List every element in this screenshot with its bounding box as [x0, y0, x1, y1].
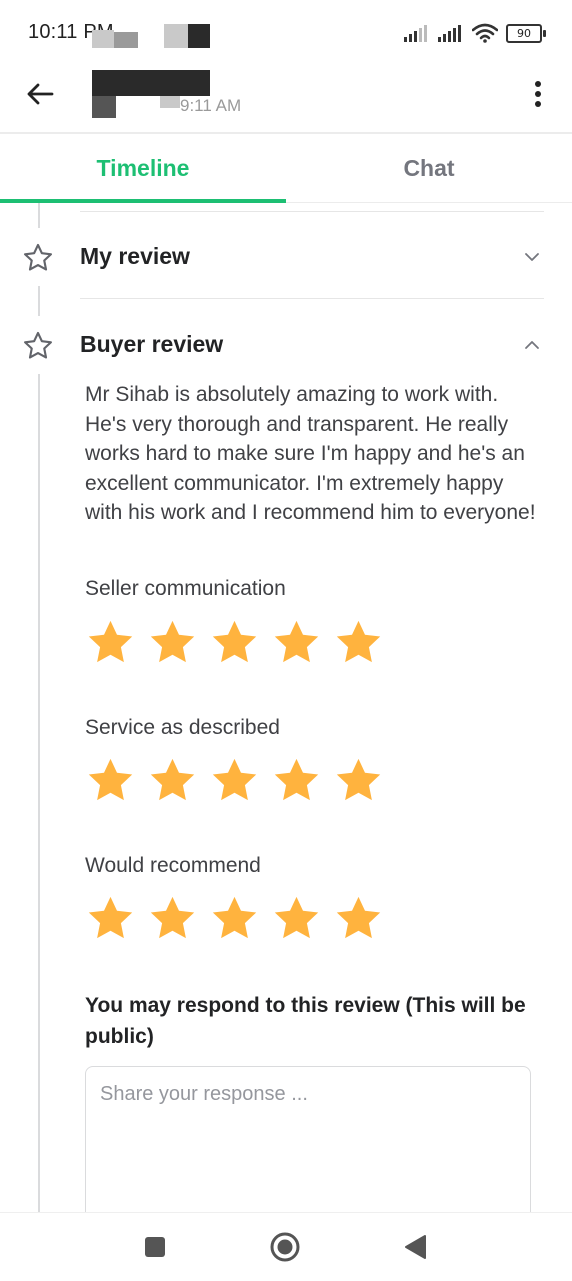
nav-back-button[interactable]	[397, 1229, 433, 1265]
back-button[interactable]	[20, 74, 60, 114]
chevron-down-icon[interactable]	[522, 247, 542, 267]
signal-icon	[438, 25, 461, 42]
star-filled-icon	[336, 620, 381, 663]
chevron-up-icon[interactable]	[522, 335, 542, 355]
redacted-area	[188, 24, 210, 48]
buyer-review-header[interactable]: Buyer review	[0, 315, 572, 375]
battery-icon: 90	[506, 23, 546, 43]
review-text: Mr Sihab is absolutely amazing to work w…	[85, 383, 536, 524]
divider	[80, 298, 544, 299]
rating-label-would-recommend: Would recommend	[85, 854, 261, 877]
star-filled-icon	[88, 758, 133, 801]
system-nav-bar	[0, 1212, 572, 1281]
tab-timeline[interactable]: Timeline	[0, 134, 286, 203]
redacted-contact-name	[92, 70, 210, 96]
square-icon	[145, 1237, 165, 1257]
rating-label-seller-communication: Seller communication	[85, 577, 286, 600]
recents-button[interactable]	[137, 1229, 173, 1265]
timeline-line	[38, 374, 40, 1212]
more-options-button[interactable]	[520, 74, 556, 114]
home-button[interactable]	[267, 1229, 303, 1265]
star-filled-icon	[336, 758, 381, 801]
buyer-review-title: Buyer review	[80, 331, 224, 357]
timeline-line	[38, 203, 40, 228]
rating-label-service-as-described: Service as described	[85, 716, 280, 739]
star-filled-icon	[212, 620, 257, 663]
star-filled-icon	[150, 758, 195, 801]
tab-chat[interactable]: Chat	[286, 134, 572, 202]
wifi-icon	[472, 23, 498, 43]
redacted-area	[92, 30, 114, 48]
star-filled-icon	[212, 758, 257, 801]
circle-icon	[270, 1232, 300, 1262]
star-filled-icon	[150, 896, 195, 939]
my-review-header[interactable]: My review	[0, 227, 572, 287]
redacted-area	[160, 96, 180, 108]
more-vert-icon	[535, 81, 541, 107]
star-filled-icon	[274, 620, 319, 663]
rating-stars	[85, 617, 384, 668]
star-outline-icon	[21, 329, 55, 363]
status-bar: 10:11 PM 90	[0, 0, 572, 62]
star-filled-icon	[88, 620, 133, 663]
tab-bar: Timeline Chat	[0, 134, 572, 203]
star-filled-icon	[150, 620, 195, 663]
triangle-back-icon	[405, 1235, 426, 1259]
signal-icon	[404, 25, 427, 42]
star-filled-icon	[336, 896, 381, 939]
response-input[interactable]	[85, 1066, 531, 1226]
redacted-area	[114, 32, 138, 48]
divider	[80, 211, 544, 212]
star-filled-icon	[212, 896, 257, 939]
star-filled-icon	[274, 896, 319, 939]
status-icons: 90	[404, 20, 546, 46]
rating-stars	[85, 893, 384, 944]
redacted-area	[164, 24, 188, 48]
my-review-title: My review	[80, 243, 190, 269]
arrow-left-icon	[27, 83, 54, 105]
timeline-line	[38, 286, 40, 316]
rating-stars	[85, 755, 384, 806]
respond-prompt: You may respond to this review (This wil…	[85, 994, 526, 1048]
star-outline-icon	[21, 241, 55, 275]
star-filled-icon	[88, 896, 133, 939]
star-filled-icon	[274, 758, 319, 801]
redacted-contact-name	[92, 96, 116, 118]
last-seen-time: 9:11 AM	[180, 96, 242, 115]
app-bar: 9:11 AM	[0, 62, 572, 134]
